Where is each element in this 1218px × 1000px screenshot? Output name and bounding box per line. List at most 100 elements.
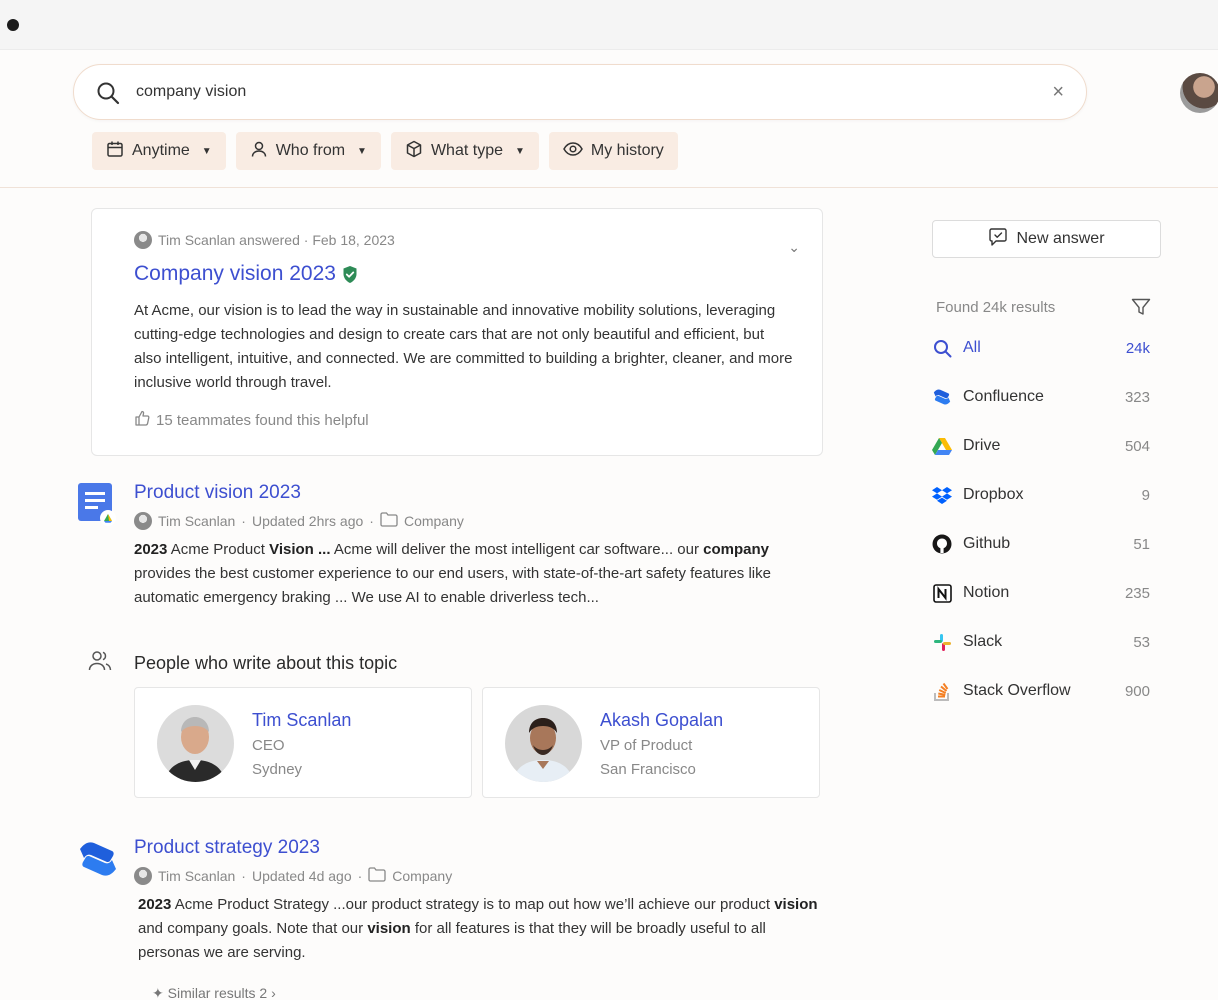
source-count: 504 [1124,437,1150,455]
source-filter-all[interactable]: All 24k [932,336,1150,360]
author-avatar [134,512,152,530]
search-input[interactable]: company vision [136,83,246,101]
filter-label: Who from [275,142,346,159]
source-count: 235 [1124,584,1150,602]
google-docs-icon [78,482,118,526]
meta-separator: · [357,868,363,884]
window-titlebar [0,0,1218,50]
person-location: Sydney [252,761,303,778]
result-folder: Company [392,868,453,884]
result-author: Tim Scanlan [158,868,236,884]
stackoverflow-icon [932,681,952,701]
person-photo [505,705,582,782]
result-updated: Updated 2hrs ago [251,513,364,529]
slack-icon [932,632,952,652]
filter-who-from[interactable]: Who from ▼ [235,132,381,170]
answer-card[interactable]: Tim Scanlan answered · Feb 18, 2023 ⌄ Co… [91,208,823,456]
source-count: 900 [1124,682,1150,700]
meta-separator: · [241,868,246,884]
verified-shield-icon [343,265,357,283]
search-icon [932,338,952,358]
header-divider [0,187,1218,188]
answer-title[interactable]: Company vision 2023 [134,262,358,286]
source-filter-drive[interactable]: Drive 504 [932,434,1150,458]
answer-meta: Tim Scanlan answered · Feb 18, 2023 [134,231,395,249]
answer-title-text: Company vision 2023 [134,262,336,285]
search-bar[interactable]: company vision × [73,64,1087,120]
source-filter-confluence[interactable]: Confluence 323 [932,385,1150,409]
filter-what-type[interactable]: What type ▼ [390,132,539,170]
source-name: Dropbox [963,486,1024,503]
caret-down-icon: ▼ [514,145,525,157]
source-count: 24k [1125,339,1150,357]
results-count: Found 24k results [936,299,1056,316]
source-name: Drive [963,437,1001,454]
search-result[interactable]: Product vision 2023 Tim Scanlan · Update… [78,482,838,612]
result-meta: Tim Scanlan · Updated 2hrs ago · Company [134,512,464,530]
answer-body: At Acme, our vision is to lead the way i… [134,302,793,391]
result-folder: Company [403,513,464,529]
filter-my-history[interactable]: My history [548,132,678,170]
people-heading: People who write about this topic [134,653,398,673]
thumbs-up-icon [134,410,150,430]
new-answer-label: New answer [1016,230,1105,247]
caret-down-icon: ▼ [201,145,212,157]
result-updated: Updated 4d ago [251,868,352,884]
source-name: Confluence [963,388,1044,405]
person-card[interactable]: Tim Scanlan CEO Sydney [134,687,472,798]
result-title[interactable]: Product strategy 2023 [134,837,320,859]
result-snippet: 2023 Acme Product Strategy ...our produc… [138,896,818,961]
confluence-icon [78,837,118,881]
person-photo [157,705,234,782]
caret-down-icon: ▼ [357,145,367,157]
person-name[interactable]: Akash Gopalan [600,710,723,731]
filter-bar: Anytime ▼ Who from ▼ What type ▼ My hist… [92,132,678,170]
filter-funnel-icon[interactable] [1131,298,1151,321]
search-result[interactable]: Product strategy 2023 Tim Scanlan · Upda… [78,837,838,977]
source-count: 51 [1133,535,1150,553]
github-icon [932,534,952,554]
filter-anytime[interactable]: Anytime ▼ [92,132,226,170]
sparkle-icon: ✦ [152,985,164,1000]
source-filter-slack[interactable]: Slack 53 [932,630,1150,654]
helpful-row[interactable]: 15 teammates found this helpful [134,410,369,430]
person-card[interactable]: Akash Gopalan VP of Product San Francisc… [482,687,820,798]
answer-meta-text: Tim Scanlan answered · Feb 18, 2023 [158,232,395,248]
search-icon [96,81,120,110]
source-count: 323 [1124,388,1150,406]
user-avatar[interactable] [1180,73,1218,113]
source-name: Stack Overflow [963,682,1071,699]
author-avatar [134,867,152,885]
similar-results-label: Similar results 2 [167,985,268,1000]
person-name[interactable]: Tim Scanlan [252,710,351,731]
confluence-icon [932,387,952,407]
source-filter-stack-overflow[interactable]: Stack Overflow 900 [932,679,1150,703]
result-title[interactable]: Product vision 2023 [134,482,301,504]
result-author: Tim Scanlan [158,513,236,529]
people-section-header: People who write about this topic [88,650,397,677]
folder-icon [380,512,398,530]
source-name: Github [963,535,1011,552]
similar-results-link[interactable]: ✦ Similar results 2 › [152,985,276,1000]
meta-separator: · [369,513,374,529]
source-count: 53 [1133,633,1150,651]
meta-separator: · [241,513,246,529]
chevron-down-icon[interactable]: ⌄ [788,239,800,256]
clear-search-button[interactable]: × [1052,82,1064,102]
source-count: 9 [1141,486,1150,504]
source-name: Slack [963,633,1003,650]
source-name: All [963,339,981,356]
source-filter-notion[interactable]: Notion 235 [932,581,1150,605]
person-icon [250,140,268,163]
calendar-icon [106,140,124,163]
source-filter-dropbox[interactable]: Dropbox 9 [932,483,1150,507]
drive-icon [932,436,952,456]
author-avatar [134,231,152,249]
source-filter-github[interactable]: Github 51 [932,532,1150,556]
new-answer-button[interactable]: New answer [932,220,1161,258]
window-control-dot[interactable] [7,19,19,31]
person-role: CEO [252,737,285,754]
eye-icon [563,140,583,163]
notion-icon [932,583,952,603]
person-location: San Francisco [600,761,696,778]
